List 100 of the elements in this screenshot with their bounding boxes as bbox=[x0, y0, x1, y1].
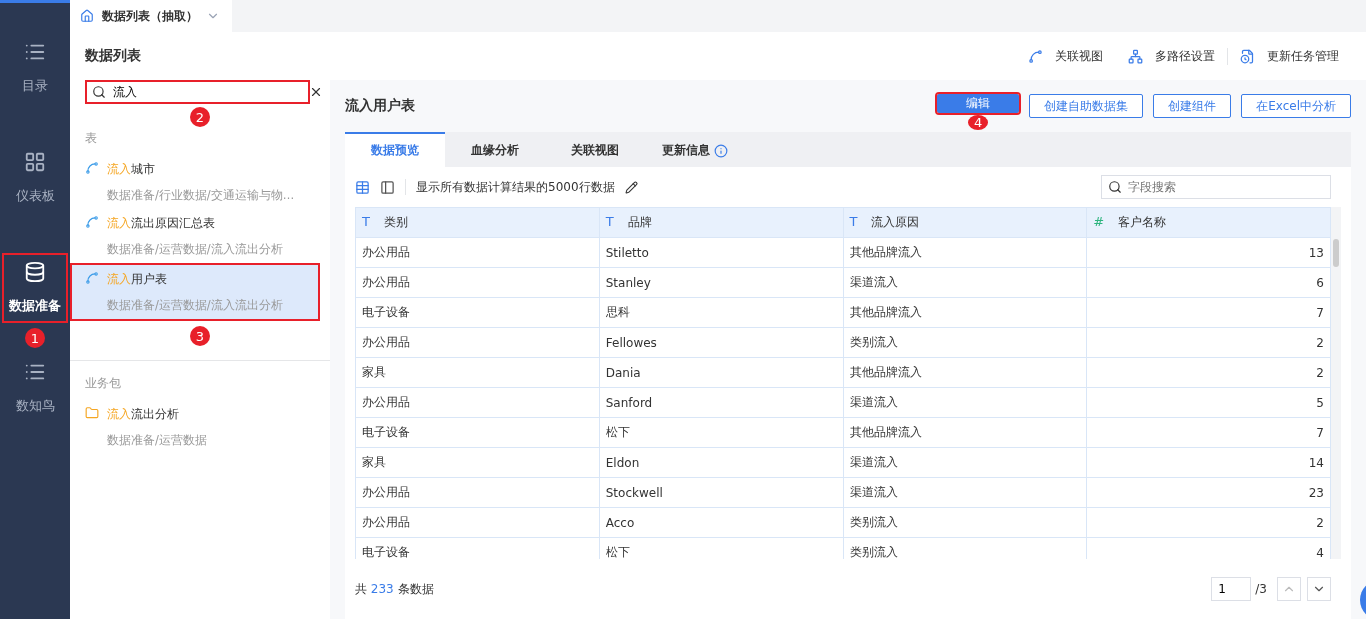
table-cell: 办公用品 bbox=[355, 387, 600, 418]
folder-icon bbox=[85, 406, 99, 420]
table-list-item[interactable]: 流入城市 数据准备/行业数据/交通运输与物… bbox=[70, 155, 330, 209]
table-cell: 其他品牌流入 bbox=[843, 237, 1087, 268]
toolbar-link[interactable]: 多路径设置 bbox=[1115, 47, 1227, 65]
toolbar-link[interactable]: 关联视图 bbox=[1015, 47, 1115, 65]
table-cell: 7 bbox=[1086, 297, 1331, 328]
nav-label: 数据准备 bbox=[9, 297, 61, 315]
line-chart-icon bbox=[85, 271, 99, 285]
table-list-item[interactable]: 流入用户表 数据准备/运营数据/流入流出分析 bbox=[70, 263, 320, 321]
table-cell: 办公用品 bbox=[355, 507, 600, 538]
table-view-icon[interactable] bbox=[355, 179, 370, 195]
table-cell: Dania bbox=[599, 357, 843, 388]
page-input[interactable]: 1 bbox=[1211, 577, 1252, 601]
action-button[interactable]: 创建自助数据集 bbox=[1029, 94, 1144, 118]
item-path: 数据准备/运营数据/流入流出分析 bbox=[107, 242, 283, 257]
table-cell: 其他品牌流入 bbox=[843, 297, 1087, 328]
nav-label: 仪表板 bbox=[15, 187, 55, 205]
section-title: 表 bbox=[84, 130, 98, 147]
nav-item[interactable]: 数知鸟 bbox=[0, 353, 70, 423]
nav-label: 数知鸟 bbox=[15, 397, 55, 415]
table-cell: 渠道流入 bbox=[843, 477, 1087, 508]
action-button[interactable]: 在Excel中分析 bbox=[1241, 94, 1351, 118]
table-cell: Stanley bbox=[599, 267, 843, 298]
search-icon bbox=[92, 85, 106, 99]
table-cell: 电子设备 bbox=[355, 297, 600, 328]
table-cell: 渠道流入 bbox=[843, 387, 1087, 418]
nav-label: 目录 bbox=[22, 77, 48, 95]
search-icon bbox=[1108, 180, 1122, 194]
item-name: 流入用户表 bbox=[107, 271, 168, 288]
hierarchy-icon bbox=[1128, 48, 1143, 64]
clear-icon[interactable] bbox=[309, 85, 323, 99]
table-cell: 松下 bbox=[599, 417, 843, 448]
nav-item[interactable]: 仪表板 bbox=[0, 143, 70, 213]
step-marker: 3 bbox=[190, 326, 210, 346]
page-total: /3 bbox=[1255, 582, 1267, 596]
database-icon bbox=[24, 261, 46, 283]
table-cell: 办公用品 bbox=[355, 237, 600, 268]
action-button[interactable]: 创建组件 bbox=[1153, 94, 1232, 118]
table-cell: 7 bbox=[1086, 417, 1331, 448]
table-cell: 电子设备 bbox=[355, 417, 600, 448]
task-icon bbox=[1240, 48, 1255, 64]
table-cell: 类别流入 bbox=[843, 507, 1087, 538]
tab[interactable]: 血缘分析 bbox=[445, 132, 545, 167]
table-cell: Stockwell bbox=[599, 477, 843, 508]
table-cell: 渠道流入 bbox=[843, 267, 1087, 298]
scroll-thumb[interactable] bbox=[1333, 239, 1339, 267]
toolbar-link[interactable]: 更新任务管理 bbox=[1227, 47, 1351, 65]
table-list-item[interactable]: 流入流出原因汇总表 数据准备/运营数据/流入流出分析 bbox=[70, 209, 330, 263]
table-cell: Fellowes bbox=[599, 327, 843, 358]
column-header: T 类别 bbox=[355, 207, 600, 238]
table-cell: 类别流入 bbox=[843, 327, 1087, 358]
table-cell: 6 bbox=[1086, 267, 1331, 298]
item-path: 数据准备/运营数据/流入流出分析 bbox=[107, 298, 283, 313]
tab-label: 数据列表（抽取） bbox=[102, 7, 198, 25]
table-cell: 办公用品 bbox=[355, 267, 600, 298]
item-name: 流入流出分析 bbox=[107, 406, 180, 423]
relation-icon bbox=[1028, 48, 1043, 64]
table-cell: 其他品牌流入 bbox=[843, 357, 1087, 388]
scrollbar[interactable] bbox=[1331, 207, 1341, 559]
table-cell: 其他品牌流入 bbox=[843, 417, 1087, 448]
table-cell: 家具 bbox=[355, 447, 600, 478]
toolbar-text: 显示所有数据计算结果的5000行数据 bbox=[416, 178, 615, 196]
column-header: T 流入原因 bbox=[843, 207, 1087, 238]
table-cell: 14 bbox=[1086, 447, 1331, 478]
table-list-item[interactable]: 流入流出分析 数据准备/运营数据 bbox=[70, 400, 330, 454]
table-cell: 2 bbox=[1086, 507, 1331, 538]
table-cell: 2 bbox=[1086, 357, 1331, 388]
layout-icon[interactable] bbox=[380, 179, 395, 195]
table-title: 流入用户表 bbox=[345, 97, 416, 115]
page-tab[interactable]: 数据列表（抽取） bbox=[70, 0, 232, 32]
item-name: 流入城市 bbox=[107, 161, 156, 178]
column-header: T 品牌 bbox=[599, 207, 843, 238]
search-field[interactable]: 流入 bbox=[85, 80, 310, 104]
nav-item[interactable]: 数据准备 bbox=[2, 253, 68, 323]
next-page-button[interactable] bbox=[1307, 577, 1331, 601]
tab[interactable]: 更新信息 bbox=[645, 132, 745, 167]
field-search[interactable]: 字段搜索 bbox=[1101, 175, 1331, 199]
step-marker: 1 bbox=[25, 328, 45, 348]
home-icon bbox=[80, 9, 94, 23]
table-cell: Acco bbox=[599, 507, 843, 538]
step-marker: 2 bbox=[190, 107, 210, 127]
step-marker: 4 bbox=[968, 115, 989, 130]
dashboard-icon bbox=[24, 151, 46, 173]
edit-icon[interactable] bbox=[624, 180, 638, 194]
line-chart-icon bbox=[85, 161, 99, 175]
table-cell: 5 bbox=[1086, 387, 1331, 418]
tab[interactable]: 关联视图 bbox=[545, 132, 645, 167]
table-cell: 思科 bbox=[599, 297, 843, 328]
line-chart-icon bbox=[85, 215, 99, 229]
table-cell: 13 bbox=[1086, 237, 1331, 268]
item-path: 数据准备/运营数据 bbox=[107, 433, 207, 448]
table-cell: 电子设备 bbox=[355, 537, 600, 559]
table-cell: 家具 bbox=[355, 357, 600, 388]
table-cell: 2 bbox=[1086, 327, 1331, 358]
item-path: 数据准备/行业数据/交通运输与物… bbox=[107, 188, 295, 203]
action-button[interactable]: 编辑 bbox=[937, 94, 1020, 113]
table-cell: 渠道流入 bbox=[843, 447, 1087, 478]
tab[interactable]: 数据预览 bbox=[345, 132, 445, 167]
nav-item[interactable]: 目录 bbox=[0, 33, 70, 103]
